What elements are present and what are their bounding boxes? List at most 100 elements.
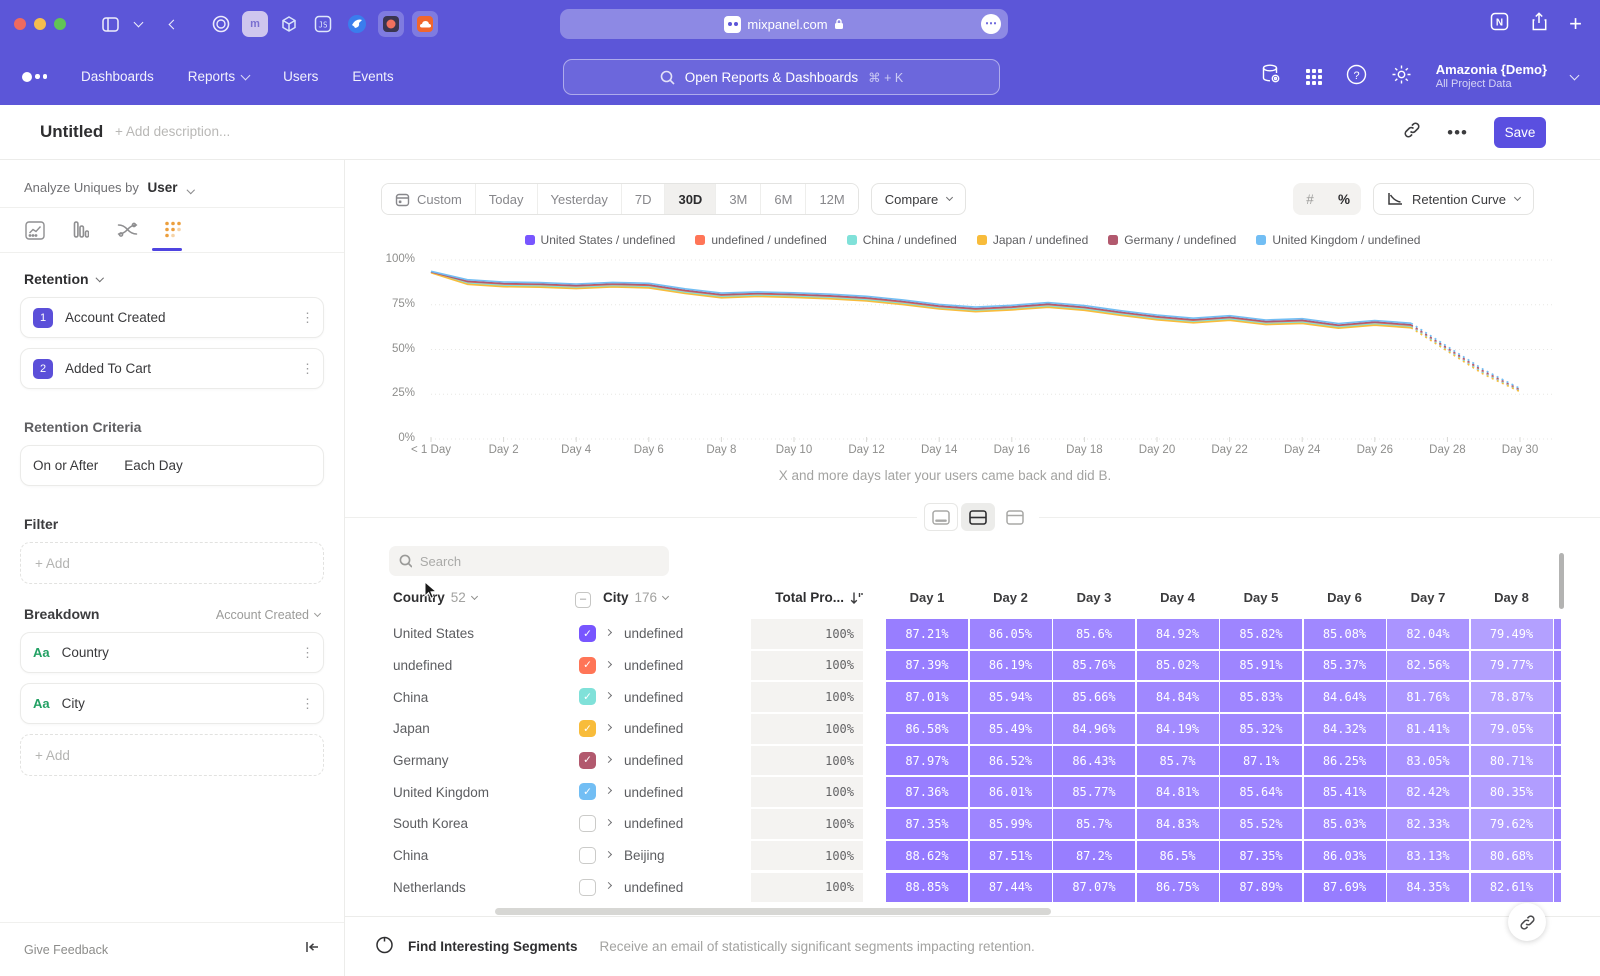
retention-cell-clipped[interactable] xyxy=(1554,873,1561,903)
row-checkbox[interactable] xyxy=(579,815,596,832)
range-12m[interactable]: 12M xyxy=(805,184,857,214)
retention-cell[interactable]: 83.13% xyxy=(1387,841,1469,871)
retention-cell[interactable]: 87.44% xyxy=(970,873,1052,903)
retention-cell[interactable]: 85.7% xyxy=(1137,746,1219,776)
retention-cell[interactable]: 79.62% xyxy=(1471,809,1553,839)
column-city[interactable]: City176 xyxy=(603,590,668,605)
retention-cell[interactable]: 85.08% xyxy=(1304,619,1386,649)
retention-cell[interactable]: 87.69% xyxy=(1304,873,1386,903)
retention-cell-clipped[interactable] xyxy=(1554,619,1561,649)
table-row[interactable]: United States✓undefined100%87.21%86.05%8… xyxy=(389,618,1561,650)
retention-cell-clipped[interactable] xyxy=(1554,714,1561,744)
breakdown-card-country[interactable]: Aa Country ⋮ xyxy=(20,632,324,673)
retention-cell[interactable]: 87.39% xyxy=(886,651,968,681)
add-description[interactable]: + Add description... xyxy=(115,124,230,139)
analyze-uniques-row[interactable]: Analyze Uniques by User xyxy=(0,160,344,208)
table-only-view-icon[interactable] xyxy=(998,503,1032,531)
legend-item[interactable]: China / undefined xyxy=(847,233,957,247)
retention-cell[interactable]: 85.7% xyxy=(1053,809,1135,839)
row-checkbox[interactable] xyxy=(579,879,596,896)
expand-row-icon[interactable] xyxy=(606,681,616,713)
column-day[interactable]: Day 1 xyxy=(886,590,968,605)
select-all-checkbox[interactable]: – xyxy=(575,592,591,608)
retention-cell[interactable]: 85.82% xyxy=(1220,619,1302,649)
retention-cell[interactable]: 84.19% xyxy=(1137,714,1219,744)
retention-cell[interactable]: 85.32% xyxy=(1220,714,1302,744)
retention-cell[interactable]: 85.37% xyxy=(1304,651,1386,681)
retention-cell-clipped[interactable] xyxy=(1554,682,1561,712)
retention-cell-clipped[interactable] xyxy=(1554,651,1561,681)
table-row[interactable]: undefined✓undefined100%87.39%86.19%85.76… xyxy=(389,650,1561,682)
share-icon[interactable] xyxy=(1531,12,1547,36)
add-filter-button[interactable]: + Add xyxy=(20,542,324,584)
help-icon[interactable]: ? xyxy=(1346,64,1367,90)
row-checkbox[interactable]: ✓ xyxy=(579,752,596,769)
nav-reports[interactable]: Reports xyxy=(188,69,249,84)
row-checkbox[interactable]: ✓ xyxy=(579,783,596,800)
breakdown-scope-selector[interactable]: Account Created xyxy=(216,608,320,622)
retention-cell[interactable]: 85.52% xyxy=(1220,809,1302,839)
new-tab-icon[interactable]: + xyxy=(1569,15,1582,33)
copy-link-icon[interactable] xyxy=(1403,121,1421,144)
retention-cell-clipped[interactable] xyxy=(1554,809,1561,839)
column-day[interactable]: Day 8 xyxy=(1471,590,1553,605)
table-row[interactable]: ChinaBeijing100%88.62%87.51%87.2%86.5%87… xyxy=(389,840,1561,872)
tab-retention-icon[interactable] xyxy=(162,219,184,241)
expand-row-icon[interactable] xyxy=(606,872,616,904)
step-menu-icon[interactable]: ⋮ xyxy=(301,366,311,371)
retention-cell[interactable]: 87.07% xyxy=(1053,873,1135,903)
range-6m[interactable]: 6M xyxy=(760,184,805,214)
retention-cell[interactable]: 86.75% xyxy=(1137,873,1219,903)
extension-profile-icon[interactable]: m xyxy=(242,11,268,37)
split-view-icon[interactable] xyxy=(961,503,995,531)
legend-item[interactable]: undefined / undefined xyxy=(695,233,826,247)
column-day[interactable]: Day 4 xyxy=(1137,590,1219,605)
expand-row-icon[interactable] xyxy=(606,776,616,808)
breakdown-property[interactable]: City xyxy=(62,696,289,711)
row-checkbox[interactable] xyxy=(579,847,596,864)
range-today[interactable]: Today xyxy=(475,184,537,214)
column-total[interactable]: Total Pro... xyxy=(751,590,863,605)
chevron-down-icon[interactable] xyxy=(124,10,152,38)
segments-title[interactable]: Find Interesting Segments xyxy=(408,939,578,954)
row-checkbox[interactable]: ✓ xyxy=(579,657,596,674)
retention-cell[interactable]: 85.77% xyxy=(1053,777,1135,807)
step-menu-icon[interactable]: ⋮ xyxy=(301,315,311,320)
add-breakdown-button[interactable]: + Add xyxy=(20,734,324,776)
breakdown-property[interactable]: Country xyxy=(62,645,289,660)
settings-gear-icon[interactable] xyxy=(1391,64,1412,90)
retention-cell[interactable]: 79.49% xyxy=(1471,619,1553,649)
retention-cell[interactable]: 82.04% xyxy=(1387,619,1469,649)
retention-cell[interactable]: 87.35% xyxy=(1220,841,1302,871)
vertical-scrollbar-thumb[interactable] xyxy=(1559,553,1564,609)
mixpanel-logo-icon[interactable] xyxy=(22,72,47,82)
table-row[interactable]: Japan✓undefined100%86.58%85.49%84.96%84.… xyxy=(389,713,1561,745)
scrollbar-thumb[interactable] xyxy=(495,908,1051,915)
close-window-button[interactable] xyxy=(14,18,26,30)
retention-cell[interactable]: 85.49% xyxy=(970,714,1052,744)
retention-cell[interactable]: 80.71% xyxy=(1471,746,1553,776)
minimize-window-button[interactable] xyxy=(34,18,46,30)
retention-cell[interactable]: 83.05% xyxy=(1387,746,1469,776)
column-day[interactable]: Day 7 xyxy=(1387,590,1469,605)
retention-criteria-card[interactable]: On or After Each Day xyxy=(20,445,324,486)
extension-mixpanel-icon[interactable] xyxy=(378,11,404,37)
retention-cell[interactable]: 84.83% xyxy=(1137,809,1219,839)
retention-cell-clipped[interactable] xyxy=(1554,746,1561,776)
legend-item[interactable]: United States / undefined xyxy=(525,233,676,247)
retention-cell[interactable]: 86.5% xyxy=(1137,841,1219,871)
extension-password-manager-icon[interactable] xyxy=(208,11,234,37)
retention-cell[interactable]: 81.76% xyxy=(1387,682,1469,712)
retention-cell[interactable]: 87.1% xyxy=(1220,746,1302,776)
retention-section-header[interactable]: Retention xyxy=(0,253,344,297)
step-card-2[interactable]: 2 Added To Cart ⋮ xyxy=(20,348,324,389)
step-event-name[interactable]: Added To Cart xyxy=(65,361,289,376)
extension-bird-icon[interactable] xyxy=(344,11,370,37)
retention-cell[interactable]: 79.05% xyxy=(1471,714,1553,744)
retention-cell[interactable]: 87.89% xyxy=(1220,873,1302,903)
retention-cell[interactable]: 86.19% xyxy=(970,651,1052,681)
data-management-icon[interactable] xyxy=(1260,63,1282,90)
range-custom[interactable]: Custom xyxy=(382,184,475,214)
retention-cell[interactable]: 82.42% xyxy=(1387,777,1469,807)
analyze-value[interactable]: User xyxy=(148,180,178,195)
